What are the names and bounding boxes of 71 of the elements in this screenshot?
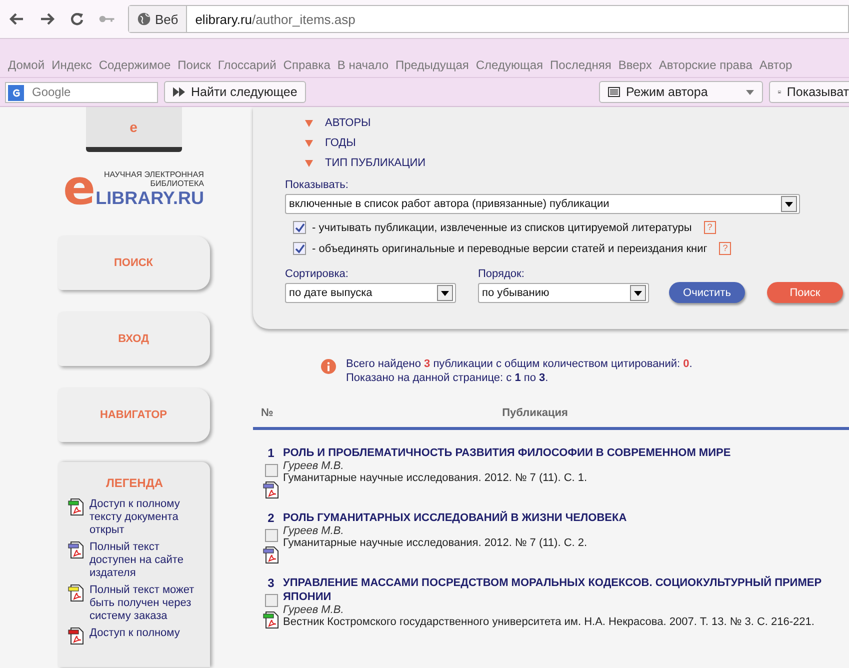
- legend-text: Полный текст может быть получен через систему заказа: [90, 584, 196, 623]
- checkbox[interactable]: [293, 221, 306, 234]
- pdf-file-icon[interactable]: [263, 481, 279, 499]
- summary-text: Всего найдено 3 публикации с общим количеством цитирований: 0.: [346, 357, 692, 371]
- legend-text: Доступ к полному тексту документа открыт: [90, 498, 181, 537]
- reload-icon[interactable]: [68, 11, 86, 27]
- menu-link[interactable]: Предыдущая: [396, 58, 469, 72]
- checkbox[interactable]: [293, 242, 306, 255]
- order-select[interactable]: по убыванию: [478, 283, 649, 303]
- find-next-button[interactable]: Найти следующее: [164, 81, 306, 103]
- row-number: 1: [268, 446, 274, 460]
- search-button[interactable]: Поиск: [767, 282, 843, 303]
- checkbox-label: - объединять оригинальные и переводные версии статей и переиздания книг: [312, 242, 708, 254]
- menu-link[interactable]: Индекс: [52, 58, 92, 72]
- order-label: Порядок:: [478, 268, 526, 282]
- menu-link[interactable]: Следующая: [476, 58, 544, 72]
- menu-link[interactable]: Поиск: [178, 58, 211, 72]
- pdf-file-icon: [68, 541, 84, 559]
- menu-link[interactable]: Справка: [283, 58, 330, 72]
- forward-icon[interactable]: [38, 11, 56, 27]
- publication-title-link[interactable]: РОЛЬ И ПРОБЛЕМАТИЧНОСТЬ РАЗВИТИЯ ФИЛОСОФИИ В СОВРЕМЕННОМ МИРЕ: [283, 446, 829, 460]
- legend-title: ЛЕГЕНДА: [104, 476, 164, 490]
- pdf-file-icon: [68, 627, 84, 645]
- search-field[interactable]: Google: [5, 82, 158, 102]
- pdf-file-icon: [68, 498, 84, 516]
- row-number: 2: [268, 511, 274, 525]
- pdf-file-icon[interactable]: [263, 546, 279, 564]
- show-select[interactable]: включенные в список работ автора (привязанные) публикации: [285, 194, 800, 214]
- author-link[interactable]: Гуреев М.В.: [283, 460, 829, 472]
- menu-link[interactable]: Последняя: [550, 58, 612, 72]
- legend-text: Полный текст доступен на сайте издателя: [90, 541, 184, 580]
- column-header: Публикация: [501, 407, 569, 419]
- facet-toggle[interactable]: АВТОРЫ: [285, 113, 843, 133]
- laptop-drawing: e: [86, 107, 182, 152]
- summary-text: Показано на данной странице: с 1 по 3.: [346, 371, 550, 385]
- sort-label: Сортировка:: [285, 268, 350, 282]
- checkbox-label: - учитывать публикации, извлеченные из списков цитируемой литературы: [312, 222, 692, 234]
- sort-select[interactable]: по дате выпуска: [285, 283, 456, 303]
- checkbox[interactable]: [264, 594, 278, 607]
- clear-button[interactable]: Очистить: [669, 282, 745, 303]
- show-label: Показывать:: [285, 179, 350, 193]
- mode-dropdown[interactable]: Режим автора: [599, 81, 763, 103]
- publication-title-link[interactable]: УПРАВЛЕНИЕ МАССАМИ ПОСРЕДСТВОМ МОРАЛЬНЫХ КОДЕКСОВ. СОЦИОКУЛЬТУРНЫЙ ПРИМЕР ЯПОНИИ: [283, 576, 829, 604]
- menu-link[interactable]: Домой: [8, 58, 45, 72]
- fast-forward-icon: [173, 87, 185, 97]
- publication-title-link[interactable]: РОЛЬ ГУМАНИТАРНЫХ ИССЛЕДОВАНИЙ В ЖИЗНИ ЧЕЛОВЕКА: [283, 511, 829, 525]
- author-link[interactable]: Гуреев М.В.: [283, 525, 829, 537]
- legend-text: Доступ к полному: [90, 627, 180, 641]
- source-text: Гуманитарные научные исследования. 2012. № 7 (11). С. 1.: [283, 472, 588, 485]
- menu-link[interactable]: Вверх: [618, 58, 652, 72]
- checkbox[interactable]: [264, 529, 278, 542]
- column-header: №: [261, 407, 274, 419]
- menu-link[interactable]: Автор: [759, 58, 792, 72]
- source-text: Гуманитарные научные исследования. 2012. № 7 (11). С. 2.: [283, 537, 588, 550]
- menu-link[interactable]: Глоссарий: [218, 58, 276, 72]
- menu-link[interactable]: Авторские права: [658, 58, 752, 72]
- facet-toggle[interactable]: ГОДЫ: [285, 133, 843, 153]
- pdf-file-icon[interactable]: [263, 611, 279, 629]
- row-number: 3: [268, 576, 274, 590]
- checkbox[interactable]: [264, 464, 278, 477]
- menu-link[interactable]: Содержимое: [98, 58, 171, 72]
- show-button[interactable]: Показыват: [769, 81, 849, 103]
- pdf-file-icon: [68, 584, 84, 602]
- facet-toggle[interactable]: ТИП ПУБЛИКАЦИИ: [285, 153, 843, 173]
- menu-link[interactable]: В начало: [337, 58, 388, 72]
- info-icon: [321, 359, 336, 374]
- source-text: Вестник Костромского государственного университета им. Н.А. Некрасова. 2007. Т. 13. № 3. С. 216-221.: [283, 616, 816, 629]
- back-icon[interactable]: [8, 11, 26, 27]
- caret-icon: [746, 90, 754, 94]
- page-icon: [608, 87, 620, 97]
- author-link[interactable]: Гуреев М.В.: [283, 604, 829, 616]
